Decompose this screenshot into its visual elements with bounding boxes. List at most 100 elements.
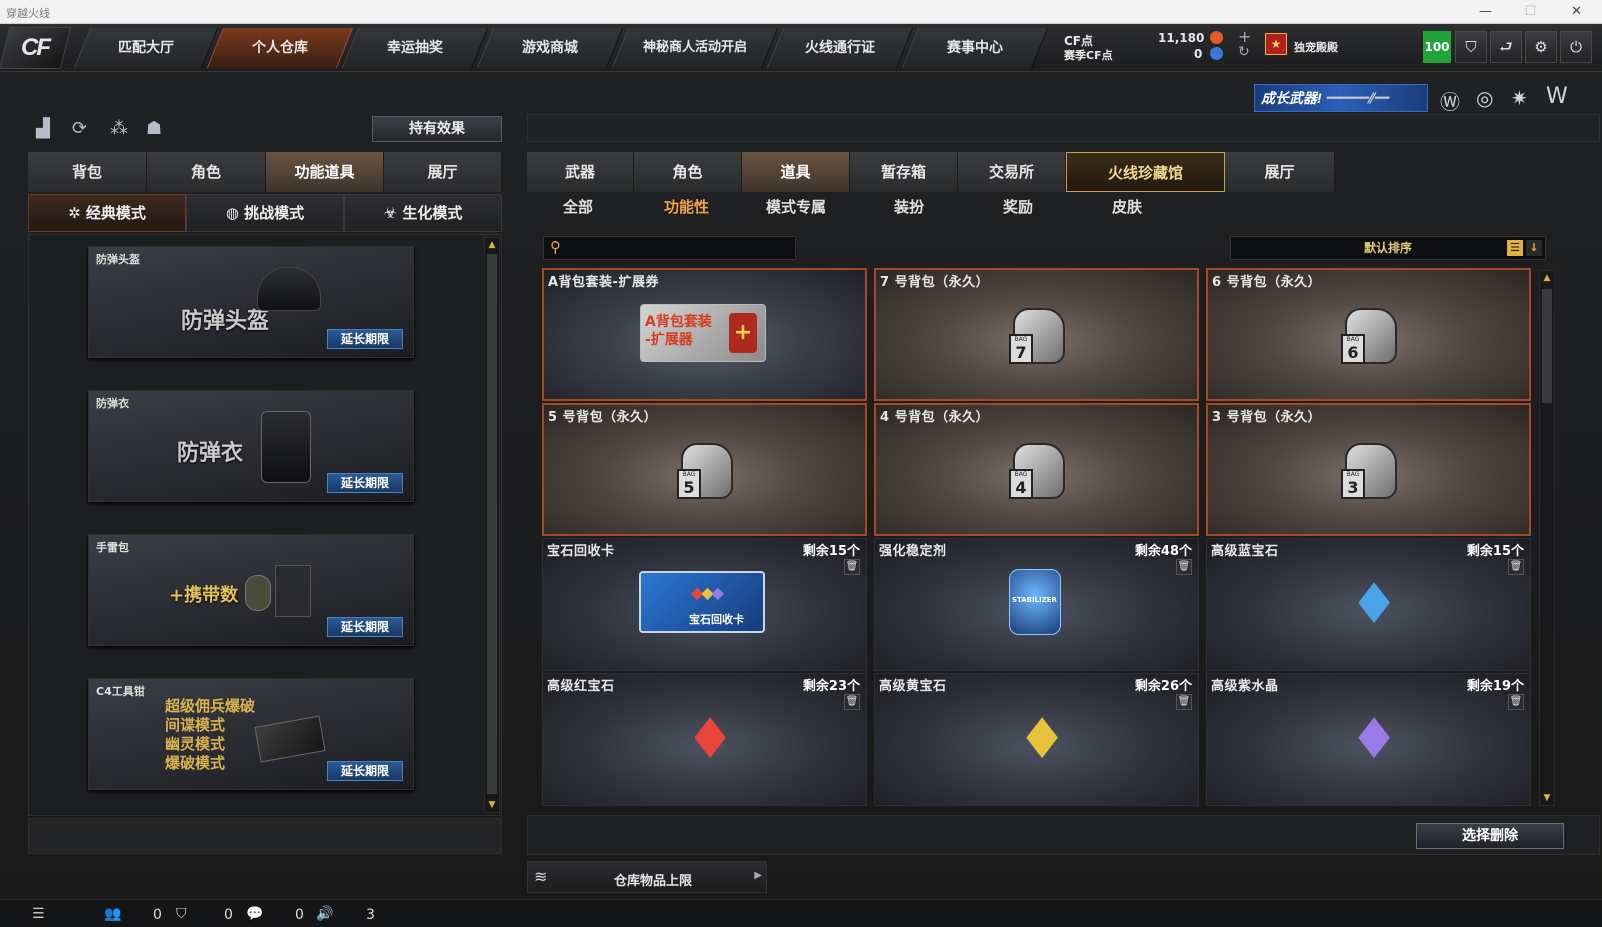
item-red-gem[interactable]: 高级红宝石 剩余23个 🗑 ♦: [542, 673, 867, 806]
nav-tab-event-center[interactable]: 赛事中心: [901, 28, 1049, 68]
return-icon[interactable]: ⮐: [1490, 31, 1522, 63]
item-grenade-pack[interactable]: 手雷包 +携带数 延长期限: [88, 534, 414, 646]
chat-icon[interactable]: 💬: [246, 906, 263, 922]
tools-icon[interactable]: ✷: [1511, 86, 1528, 110]
shield-icon[interactable]: ⛉: [1455, 31, 1487, 63]
tab-exchange[interactable]: 交易所: [958, 152, 1066, 192]
item-yellow-gem[interactable]: 高级黄宝石 剩余26个 🗑 ♦: [874, 673, 1199, 806]
right-scrollbar[interactable]: ▲ ▼: [1539, 270, 1555, 806]
delete-icon[interactable]: 🗑: [1176, 559, 1192, 575]
item-blue-gem[interactable]: 高级蓝宝石 剩余15个 🗑 ♦: [1206, 538, 1531, 671]
right-tabs: 武器 角色 道具 暂存箱 交易所 火线珍藏馆 展厅: [527, 152, 1345, 192]
nav-tab-mystery-merchant[interactable]: 神秘商人活动开启: [611, 28, 779, 68]
c4-modes-text: 超级佣兵爆破 间谍模式 幽灵模式 爆破模式: [165, 697, 256, 772]
storage-capacity-bar[interactable]: ≋ 仓库物品上限 ▶: [527, 861, 767, 893]
tab-functional-items[interactable]: 功能道具: [266, 152, 384, 192]
nav-tab-battle-pass[interactable]: 火线通行证: [766, 28, 914, 68]
scroll-up-icon[interactable]: ▲: [1540, 271, 1554, 285]
nav-tab-lucky-draw[interactable]: 幸运抽奖: [341, 28, 489, 68]
close-button[interactable]: ✕: [1554, 0, 1599, 24]
subtab-mode-exclusive[interactable]: 模式专属: [766, 196, 826, 217]
delete-icon[interactable]: 🗑: [1176, 694, 1192, 710]
sort-order-icon[interactable]: ↓: [1526, 240, 1542, 256]
subtab-all[interactable]: 全部: [563, 196, 593, 217]
mode-challenge[interactable]: ◍ 挑战模式: [186, 194, 344, 232]
speaker-icon[interactable]: 🔊: [316, 906, 333, 922]
power-icon[interactable]: ⏻: [1560, 31, 1592, 63]
tab-props[interactable]: 道具: [742, 152, 850, 192]
badge-w-icon[interactable]: Ⓦ: [1440, 86, 1460, 115]
refresh-icon[interactable]: ↻: [1238, 44, 1250, 60]
left-scrollbar[interactable]: ▲ ▼: [484, 237, 500, 813]
tab-roles[interactable]: 角色: [634, 152, 742, 192]
tab-right-showroom[interactable]: 展厅: [1225, 152, 1335, 192]
delete-icon[interactable]: 🗑: [844, 559, 860, 575]
bag-icon[interactable]: ☗: [146, 118, 162, 139]
tab-storage-box[interactable]: 暂存箱: [850, 152, 958, 192]
tab-weapons[interactable]: 武器: [527, 152, 634, 192]
list-view-icon[interactable]: ☰: [1507, 240, 1523, 256]
wings-icon[interactable]: W: [1546, 84, 1568, 109]
mode-classic[interactable]: ✲ 经典模式: [28, 194, 186, 232]
extend-button[interactable]: 延长期限: [327, 617, 403, 637]
scroll-down-icon[interactable]: ▼: [1540, 791, 1554, 805]
nav-tab-personal-storage[interactable]: 个人仓库: [206, 28, 354, 68]
mode-zombie[interactable]: ☣ 生化模式: [344, 194, 502, 232]
item-backpack-7[interactable]: 7 号背包（永久） BAG 7: [874, 268, 1199, 401]
delete-icon[interactable]: 🗑: [1508, 694, 1524, 710]
clan-shield-icon[interactable]: ⛉: [176, 906, 187, 922]
owned-effects-button[interactable]: 持有效果: [372, 116, 502, 142]
select-delete-button[interactable]: 选择删除: [1416, 823, 1564, 849]
delete-icon[interactable]: 🗑: [1508, 559, 1524, 575]
scroll-thumb[interactable]: [1542, 289, 1552, 403]
bullets-icon[interactable]: ⁂: [110, 118, 128, 139]
settings-gear-icon[interactable]: ⚙: [1525, 31, 1557, 63]
expansion-ticket-icon: A背包套装 -扩展器 +: [640, 304, 766, 362]
nav-tab-match-lobby[interactable]: 匹配大厅: [73, 28, 219, 68]
item-helmet[interactable]: 防弹头盔 防弹头盔 延长期限: [88, 246, 414, 358]
scroll-thumb[interactable]: [487, 254, 497, 794]
globe-icon[interactable]: ◎: [1476, 86, 1493, 110]
item-stabilizer[interactable]: 强化稳定剂 剩余48个 🗑 STABILIZER: [874, 538, 1199, 671]
tab-character[interactable]: 角色: [147, 152, 266, 192]
grenade-icon: [245, 575, 271, 611]
item-vest[interactable]: 防弹衣 防弹衣 延长期限: [88, 390, 414, 502]
growth-weapon-banner[interactable]: 成长武器! ━━━⫽━: [1254, 84, 1428, 112]
window-titlebar: 穿越火线 — ☐ ✕: [0, 0, 1602, 24]
left-tabs: 背包 角色 功能道具 展厅: [28, 152, 502, 192]
expand-arrow-icon[interactable]: ▶: [754, 870, 762, 881]
classic-mode-icon: ✲: [68, 204, 86, 222]
item-backpack-5[interactable]: 5 号背包（永久） BAG 5: [542, 403, 867, 536]
sort-dropdown[interactable]: 默认排序 ☰ ↓: [1230, 236, 1546, 260]
item-backpack-expansion[interactable]: A背包套装-扩展券 A背包套装 -扩展器 +: [542, 268, 867, 401]
scroll-up-icon[interactable]: ▲: [485, 238, 499, 252]
item-purple-crystal[interactable]: 高级紫水晶 剩余19个 🗑 ♦: [1206, 673, 1531, 806]
tab-backpack[interactable]: 背包: [28, 152, 147, 192]
nav-tab-game-mall[interactable]: 游戏商城: [476, 28, 624, 68]
extend-button[interactable]: 延长期限: [327, 329, 403, 349]
item-gem-recycle-card[interactable]: 宝石回收卡 剩余15个 🗑 ◆◆◆ 宝石回收卡: [542, 538, 867, 671]
friends-icon[interactable]: 👥: [104, 906, 121, 922]
scroll-down-icon[interactable]: ▼: [485, 798, 499, 812]
tab-showroom[interactable]: 展厅: [384, 152, 502, 192]
delete-icon[interactable]: 🗑: [844, 694, 860, 710]
item-backpack-4[interactable]: 4 号背包（永久） BAG 4: [874, 403, 1199, 536]
extend-button[interactable]: 延长期限: [327, 473, 403, 493]
subtab-functional[interactable]: 功能性: [664, 196, 709, 217]
recycle-icon[interactable]: ⟳: [72, 118, 87, 139]
blue-gem-icon: ♦: [1349, 572, 1400, 637]
item-backpack-3[interactable]: 3 号背包（永久） BAG 3: [1206, 403, 1531, 536]
maximize-button[interactable]: ☐: [1508, 0, 1553, 24]
item-backpack-6[interactable]: 6 号背包（永久） BAG 6: [1206, 268, 1531, 401]
chart-icon[interactable]: ▟: [36, 118, 50, 139]
subtab-skins[interactable]: 皮肤: [1112, 196, 1142, 217]
subtab-outfit[interactable]: 装扮: [894, 196, 924, 217]
extend-button[interactable]: 延长期限: [327, 761, 403, 781]
menu-icon[interactable]: ☰: [32, 906, 45, 922]
search-input[interactable]: ⚲: [543, 236, 796, 260]
item-c4-tool[interactable]: C4工具钳 超级佣兵爆破 间谍模式 幽灵模式 爆破模式 延长期限: [88, 678, 414, 790]
subtab-rewards[interactable]: 奖励: [1003, 196, 1033, 217]
vip-badge-icon[interactable]: ★: [1265, 33, 1287, 55]
minimize-button[interactable]: —: [1463, 0, 1508, 24]
tab-collection-hall[interactable]: 火线珍藏馆: [1066, 152, 1225, 192]
